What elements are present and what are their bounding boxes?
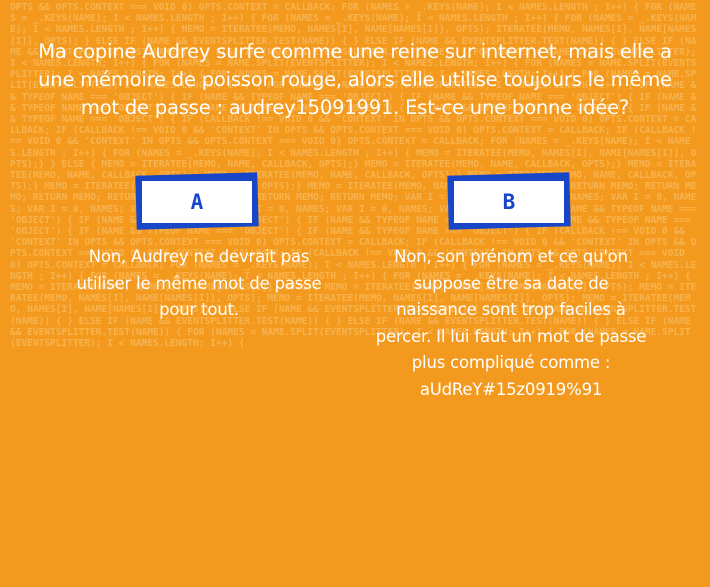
choice-a-answer-text: Non, Audrey ne devrait pas utiliser le m…: [76, 247, 322, 319]
choice-b-button[interactable]: B: [447, 172, 574, 232]
quiz-question: Ma copine Audrey surfe comme une reine s…: [38, 40, 672, 119]
choice-a-button[interactable]: A: [135, 172, 262, 232]
choice-b-letter: B: [502, 190, 516, 214]
choice-b-card[interactable]: B: [451, 178, 567, 226]
choice-a-letter: A: [190, 190, 204, 214]
choice-b-answer-text: Non, son prénom et ce qu'on suppose être…: [375, 247, 647, 399]
choice-a-card[interactable]: A: [139, 178, 255, 226]
